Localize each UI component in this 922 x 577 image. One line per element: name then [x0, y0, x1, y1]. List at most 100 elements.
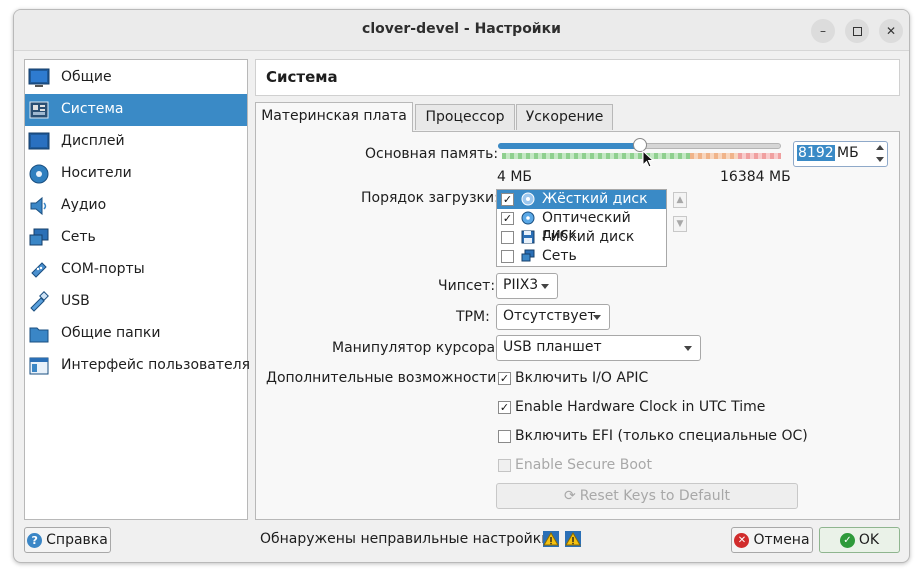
- sidebar-item-general[interactable]: Общие: [25, 62, 247, 94]
- slider-scale-green: [502, 153, 690, 159]
- help-icon: ?: [27, 532, 43, 548]
- chipset-select[interactable]: PIIX3: [496, 273, 558, 299]
- maximize-button[interactable]: [845, 19, 869, 43]
- sidebar-item-serial-ports[interactable]: COM-порты: [25, 254, 247, 286]
- arrow-up-icon: ▲: [676, 195, 684, 205]
- close-icon: ✕: [885, 24, 897, 38]
- ok-button[interactable]: ✓ OK: [819, 527, 900, 553]
- extended-features-label: Дополнительные возможности:: [266, 370, 502, 386]
- display-icon: [28, 132, 50, 150]
- tpm-select[interactable]: Отсутствует: [496, 304, 610, 330]
- minimize-button[interactable]: –: [811, 19, 835, 43]
- utc-clock-checkbox[interactable]: ✓: [498, 401, 511, 414]
- sidebar-item-usb[interactable]: USB: [25, 286, 247, 318]
- chevron-down-icon: [593, 315, 601, 320]
- network-icon: [29, 228, 49, 246]
- boot-item-hard-disk[interactable]: ✓ Жёсткий диск: [497, 190, 666, 209]
- boot-order-label: Порядок загрузки:: [361, 190, 499, 206]
- chevron-down-icon: [541, 284, 549, 289]
- monitor-icon: [28, 68, 50, 87]
- reset-icon: ⟳: [563, 488, 576, 504]
- sidebar-item-label: Общие папки: [61, 325, 161, 341]
- pointing-device-value: USB планшет: [503, 339, 602, 355]
- boot-item-floppy[interactable]: Гибкий диск: [497, 228, 666, 247]
- memory-unit: МБ: [837, 145, 859, 161]
- speaker-icon: [30, 196, 47, 216]
- boot-order-list[interactable]: ✓ Жёсткий диск ✓ Оптический диск Гибкий …: [496, 189, 667, 267]
- utc-clock-label[interactable]: Enable Hardware Clock in UTC Time: [515, 399, 765, 415]
- invalid-settings-status: Обнаружены неправильные настройки: [260, 531, 551, 547]
- pointing-device-select[interactable]: USB планшет: [496, 335, 701, 361]
- close-button[interactable]: ✕: [879, 19, 903, 43]
- sidebar-item-system[interactable]: Система: [25, 94, 247, 126]
- boot-checkbox[interactable]: [501, 231, 514, 244]
- title-bar: clover-devel - Настройки – ✕: [14, 10, 909, 51]
- reset-keys-label: Reset Keys to Default: [579, 488, 731, 504]
- usb-icon: [30, 291, 49, 312]
- memory-value[interactable]: 8192: [797, 145, 835, 161]
- secure-boot-label: Enable Secure Boot: [515, 457, 652, 473]
- cancel-label: Отмена: [753, 532, 810, 548]
- sidebar-item-audio[interactable]: Аудио: [25, 190, 247, 222]
- sidebar-item-label: Общие: [61, 69, 112, 85]
- floppy-icon: [521, 230, 535, 244]
- network-icon: [521, 249, 535, 262]
- boot-item-label: Гибкий диск: [542, 229, 635, 245]
- spin-down-icon[interactable]: [876, 157, 884, 162]
- sidebar-item-label: Сеть: [61, 229, 96, 245]
- io-apic-checkbox[interactable]: ✓: [498, 372, 511, 385]
- sidebar-item-display[interactable]: Дисплей: [25, 126, 247, 158]
- efi-checkbox[interactable]: [498, 430, 511, 443]
- tab-label: Ускорение: [525, 109, 604, 125]
- boot-checkbox[interactable]: [501, 250, 514, 263]
- tab-label: Материнская плата: [261, 108, 407, 124]
- page-title: Система: [266, 68, 338, 86]
- slider-scale-red: [738, 153, 781, 159]
- sidebar-item-label: Аудио: [61, 197, 107, 213]
- help-button[interactable]: ? Справка: [24, 527, 111, 553]
- cancel-button[interactable]: ✕ Отмена: [731, 527, 813, 553]
- sidebar-item-label: COM-порты: [61, 261, 145, 277]
- tab-acceleration[interactable]: Ускорение: [516, 104, 613, 130]
- memory-max-label: 16384 МБ: [720, 169, 791, 185]
- arrow-down-icon: ▼: [676, 219, 684, 229]
- storage-icon: [29, 164, 49, 184]
- serial-port-icon: [31, 262, 47, 278]
- help-label: Справка: [46, 532, 108, 548]
- slider-scale-orange: [690, 153, 738, 159]
- boot-item-network[interactable]: Сеть: [497, 247, 666, 266]
- chevron-down-icon: [684, 346, 692, 351]
- spin-up-icon[interactable]: [876, 145, 884, 150]
- ok-icon: ✓: [839, 532, 855, 548]
- sidebar-item-user-interface[interactable]: Интерфейс пользователя: [25, 350, 250, 382]
- tab-motherboard[interactable]: Материнская плата: [255, 102, 413, 132]
- maximize-icon: [852, 26, 862, 36]
- ok-label: OK: [858, 532, 880, 548]
- boot-item-optical[interactable]: ✓ Оптический диск: [497, 209, 666, 242]
- reset-keys-button[interactable]: ⟳ Reset Keys to Default: [496, 483, 798, 509]
- boot-move-up-button[interactable]: ▲: [673, 192, 687, 208]
- memory-slider[interactable]: [498, 138, 781, 166]
- boot-item-label: Жёсткий диск: [542, 191, 648, 207]
- warning-icon[interactable]: [565, 531, 581, 547]
- optical-disk-icon: [521, 211, 535, 225]
- settings-window: clover-devel - Настройки – ✕ Общие Систе…: [13, 9, 910, 563]
- sidebar-item-shared-folders[interactable]: Общие папки: [25, 318, 247, 350]
- tab-processor[interactable]: Процессор: [415, 104, 515, 130]
- boot-checkbox[interactable]: ✓: [501, 212, 514, 225]
- page-header: Система: [255, 59, 900, 96]
- sidebar-item-storage[interactable]: Носители: [25, 158, 247, 190]
- tab-label: Процессор: [425, 109, 505, 125]
- io-apic-label[interactable]: Включить I/O APIC: [515, 370, 648, 386]
- boot-checkbox[interactable]: ✓: [501, 193, 514, 206]
- tpm-value: Отсутствует: [503, 308, 596, 324]
- sidebar-item-network[interactable]: Сеть: [25, 222, 247, 254]
- memory-spinbox[interactable]: 8192 МБ: [793, 141, 888, 167]
- warning-icon[interactable]: [543, 531, 559, 547]
- sidebar: Общие Система Дисплей Носители Аудио Сет…: [24, 59, 250, 520]
- boot-move-down-button[interactable]: ▼: [673, 216, 687, 232]
- boot-item-label: Сеть: [542, 248, 577, 264]
- secure-boot-checkbox[interactable]: [498, 459, 511, 472]
- efi-label[interactable]: Включить EFI (только специальные ОС): [515, 428, 808, 444]
- window-title: clover-devel - Настройки: [362, 21, 561, 37]
